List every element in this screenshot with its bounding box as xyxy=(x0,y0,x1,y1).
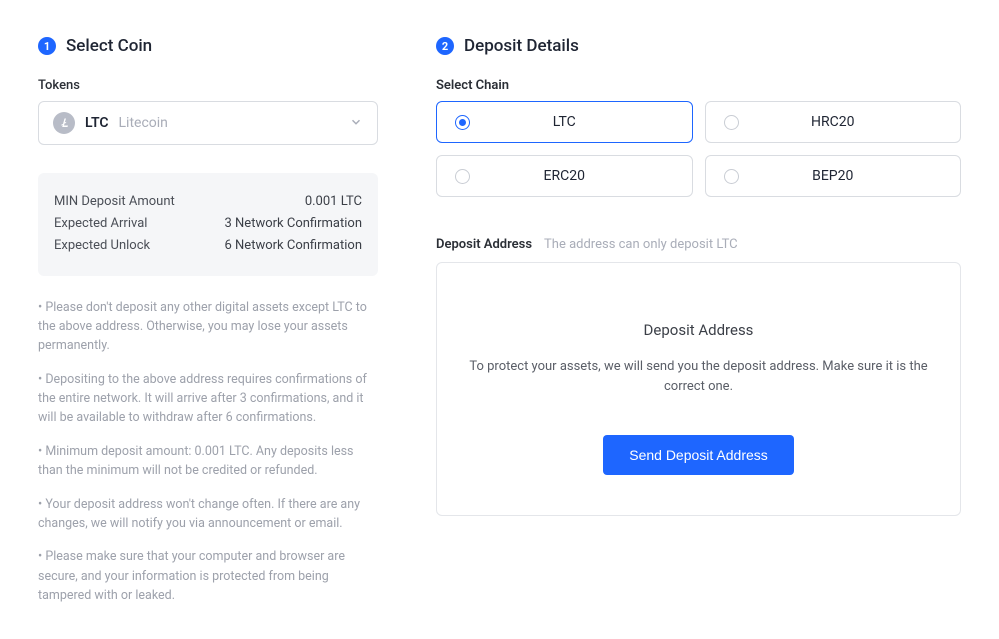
expected-arrival-value: 3 Network Confirmation xyxy=(225,215,363,233)
deposit-info-card: MIN Deposit Amount 0.001 LTC Expected Ar… xyxy=(38,173,378,276)
deposit-address-section: Deposit Address The address can only dep… xyxy=(436,237,961,516)
note-item: • Depositing to the above address requir… xyxy=(38,370,378,428)
note-item: • Please make sure that your computer an… xyxy=(38,547,378,605)
deposit-page: 1 Select Coin Tokens LTC Litecoin MIN De… xyxy=(0,0,999,639)
send-deposit-address-button[interactable]: Send Deposit Address xyxy=(603,435,794,475)
note-item: • Minimum deposit amount: 0.001 LTC. Any… xyxy=(38,442,378,481)
chain-option-erc20[interactable]: ERC20 xyxy=(436,155,693,197)
chevron-down-icon xyxy=(349,114,363,133)
step-2-badge: 2 xyxy=(436,37,454,55)
min-deposit-row: MIN Deposit Amount 0.001 LTC xyxy=(54,191,362,213)
address-header: Deposit Address The address can only dep… xyxy=(436,237,961,252)
chain-grid: LTC HRC20 ERC20 BEP20 xyxy=(436,101,961,197)
address-box-description: To protect your assets, we will send you… xyxy=(467,357,930,397)
chain-label: BEP20 xyxy=(724,168,943,184)
note-item: • Please don't deposit any other digital… xyxy=(38,298,378,356)
select-coin-panel: 1 Select Coin Tokens LTC Litecoin MIN De… xyxy=(38,36,378,619)
chain-option-hrc20[interactable]: HRC20 xyxy=(705,101,962,143)
expected-arrival-label: Expected Arrival xyxy=(54,215,147,233)
deposit-details-panel: 2 Deposit Details Select Chain LTC HRC20… xyxy=(436,36,961,619)
expected-unlock-value: 6 Network Confirmation xyxy=(225,237,363,255)
step-2-header: 2 Deposit Details xyxy=(436,36,961,56)
chain-label: ERC20 xyxy=(455,168,674,184)
deposit-address-box: Deposit Address To protect your assets, … xyxy=(436,262,961,516)
chain-label: LTC xyxy=(455,114,674,130)
step-2-title: Deposit Details xyxy=(464,36,579,56)
token-select[interactable]: LTC Litecoin xyxy=(38,101,378,145)
deposit-address-label: Deposit Address xyxy=(436,237,532,252)
tokens-label: Tokens xyxy=(38,78,378,93)
litecoin-icon xyxy=(53,112,75,134)
select-chain-label: Select Chain xyxy=(436,78,961,93)
expected-arrival-row: Expected Arrival 3 Network Confirmation xyxy=(54,213,362,235)
deposit-address-hint: The address can only deposit LTC xyxy=(544,237,738,252)
step-1-title: Select Coin xyxy=(66,36,152,56)
chain-option-bep20[interactable]: BEP20 xyxy=(705,155,962,197)
selected-coin-symbol: LTC xyxy=(85,115,109,131)
expected-unlock-label: Expected Unlock xyxy=(54,237,150,255)
expected-unlock-row: Expected Unlock 6 Network Confirmation xyxy=(54,235,362,257)
notes-section: • Please don't deposit any other digital… xyxy=(38,298,378,606)
chain-label: HRC20 xyxy=(724,114,943,130)
step-1-header: 1 Select Coin xyxy=(38,36,378,56)
min-deposit-label: MIN Deposit Amount xyxy=(54,193,175,211)
address-box-title: Deposit Address xyxy=(467,321,930,339)
chain-option-ltc[interactable]: LTC xyxy=(436,101,693,143)
step-1-badge: 1 xyxy=(38,37,56,55)
selected-coin-name: Litecoin xyxy=(119,115,168,131)
note-item: • Your deposit address won't change ofte… xyxy=(38,495,378,534)
min-deposit-value: 0.001 LTC xyxy=(305,193,362,211)
